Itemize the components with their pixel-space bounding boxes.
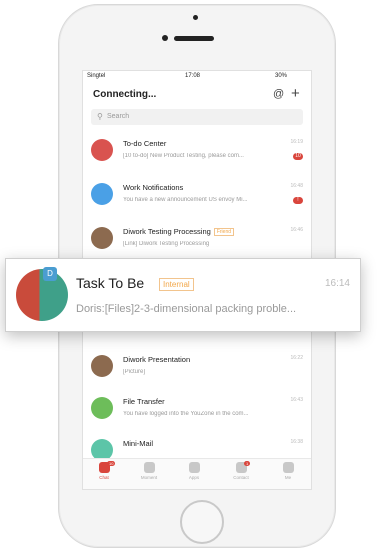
avatar xyxy=(91,227,113,249)
status-bar: Singtel 17:08 30% xyxy=(83,71,311,83)
item-time: 16:14 xyxy=(324,278,350,289)
search-placeholder: Search xyxy=(107,113,130,120)
tab-bar: 10 Chat Moment Apps 1 Contact Me xyxy=(83,458,311,489)
bell-icon xyxy=(91,183,113,205)
item-time: 16:22 xyxy=(290,355,303,361)
tab-contact[interactable]: 1 Contact xyxy=(226,461,256,480)
item-time: 16:46 xyxy=(290,227,303,233)
tab-label: Moment xyxy=(140,475,158,480)
carrier-label: Singtel xyxy=(87,73,106,79)
item-time: 16:38 xyxy=(290,439,303,445)
item-subtitle: [10 to-do] New Product Testing, please c… xyxy=(123,153,244,159)
mention-icon[interactable]: @ xyxy=(273,88,284,100)
search-input[interactable]: ⚲ Search xyxy=(91,109,303,125)
item-title: File Transfer xyxy=(123,397,165,406)
item-title: Diwork Presentation xyxy=(123,355,191,364)
tab-badge: 1 xyxy=(244,461,251,466)
tab-badge: 10 xyxy=(107,461,116,466)
list-item[interactable]: Work Notifications You have a new announ… xyxy=(83,177,311,219)
battery-label: 30% xyxy=(275,73,288,79)
tab-me[interactable]: Me xyxy=(273,462,303,480)
phone-sensor xyxy=(193,15,198,20)
friend-tag: Friend xyxy=(213,228,235,237)
tab-label: Apps xyxy=(188,475,200,480)
item-subtitle: You have logged into the YouZone in the … xyxy=(123,411,249,417)
me-icon xyxy=(282,462,294,473)
unread-badge: 10 xyxy=(293,153,303,160)
avatar-letter: D xyxy=(43,267,57,281)
moment-icon xyxy=(143,462,155,473)
avatar xyxy=(91,355,113,377)
zoomed-list-item[interactable]: D Task To Be Internal 16:14 Doris:[Files… xyxy=(5,258,361,332)
todo-icon xyxy=(91,139,113,161)
list-item[interactable]: File Transfer You have logged into the Y… xyxy=(83,391,311,433)
unread-badge: ! xyxy=(293,197,303,204)
home-button[interactable] xyxy=(180,500,224,544)
item-subtitle: [Link] Diwork Testing Processing xyxy=(123,241,210,247)
item-subtitle: You have a new announcement US envoy Mi.… xyxy=(123,197,248,203)
phone-speaker xyxy=(174,36,214,41)
item-title-text: Diwork Testing Processing xyxy=(123,227,211,236)
add-icon[interactable]: + xyxy=(291,85,300,102)
item-subtitle: [Picture] xyxy=(123,369,146,375)
internal-tag: Internal xyxy=(159,278,194,291)
avatar xyxy=(16,269,68,321)
page-title: Connecting... xyxy=(93,89,157,100)
item-title: Mini-Mail xyxy=(123,439,153,448)
item-title: Task To Be xyxy=(76,275,145,291)
item-title: To-do Center xyxy=(123,139,167,148)
apps-icon xyxy=(188,462,200,473)
list-item[interactable]: Diwork Testing Processing Friend [Link] D… xyxy=(83,221,311,263)
phone-camera xyxy=(162,35,168,41)
file-transfer-icon xyxy=(91,397,113,419)
item-title: Work Notifications xyxy=(123,183,184,192)
tab-moment[interactable]: Moment xyxy=(134,462,164,480)
tab-label: Me xyxy=(284,475,292,480)
tab-label: Chat xyxy=(99,475,109,480)
item-time: 16:19 xyxy=(290,139,303,145)
tab-apps[interactable]: Apps xyxy=(179,462,209,480)
item-time: 16:43 xyxy=(290,397,303,403)
tab-chat[interactable]: 10 Chat xyxy=(89,461,119,480)
item-time: 16:48 xyxy=(290,183,303,189)
status-time: 17:08 xyxy=(185,73,201,79)
search-icon: ⚲ xyxy=(97,112,103,121)
item-subtitle: Doris:[Files]2-3-dimensional packing pro… xyxy=(76,303,297,315)
list-item[interactable]: Diwork Presentation [Picture] 16:22 xyxy=(83,349,311,391)
item-title: Diwork Testing Processing Friend xyxy=(123,227,235,237)
tab-label: Contact xyxy=(233,475,249,480)
list-item[interactable]: To-do Center [10 to-do] New Product Test… xyxy=(83,133,311,175)
